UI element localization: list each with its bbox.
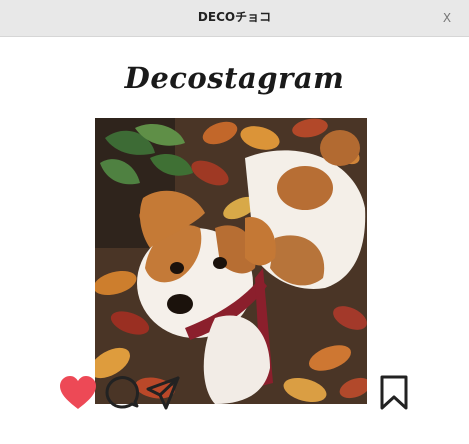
dog-photo-image [95,118,367,404]
close-button[interactable]: X [437,8,457,28]
heart-icon[interactable] [58,375,98,411]
brand-logo: Decostagram [124,61,345,95]
bookmark-icon[interactable] [379,375,409,411]
post-photo [95,118,367,404]
post-card: Decostagram [0,37,469,444]
share-icon[interactable] [145,375,181,411]
comment-icon[interactable] [104,375,140,411]
window-title: DECOチョコ [197,10,272,24]
window-titlebar: DECOチョコ X [0,0,469,37]
